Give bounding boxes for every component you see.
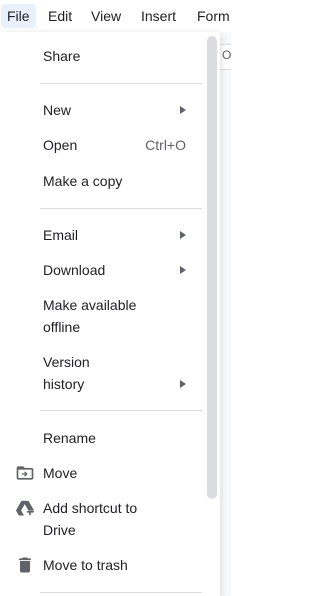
menu-item-label: Move: [43, 465, 78, 481]
menu-item-label: Rename: [43, 430, 96, 446]
drive-shortcut-icon: [15, 500, 35, 516]
menubar: File Edit View Insert Form: [0, 0, 231, 32]
document-canvas: [221, 32, 231, 596]
menu-item-email[interactable]: Email: [0, 224, 204, 246]
submenu-arrow-icon: [180, 106, 186, 114]
menu-item-share[interactable]: Share: [0, 45, 204, 67]
menu-item-label-line2: history: [43, 376, 85, 392]
app-window: Or File Edit View Insert Form Share New …: [0, 0, 231, 596]
menu-item-label: Email: [43, 227, 79, 243]
menu-item-label-line2: Drive: [43, 522, 76, 538]
folder-move-icon: [16, 466, 34, 480]
menu-item-label-line2: offline: [43, 319, 81, 335]
submenu-arrow-icon: [180, 380, 186, 388]
menu-separator: [40, 83, 202, 84]
menu-item-move-to-trash[interactable]: Move to trash: [0, 554, 204, 576]
menu-item-label: Download: [43, 262, 106, 278]
menu-item-rename[interactable]: Rename: [0, 427, 204, 449]
menu-scrollbar-thumb[interactable]: [207, 36, 217, 499]
menu-item-label: New: [43, 102, 72, 118]
menu-item-make-copy[interactable]: Make a copy: [0, 170, 204, 192]
menu-item-move[interactable]: Move: [0, 462, 204, 484]
menubar-insert[interactable]: Insert: [141, 4, 176, 28]
submenu-arrow-icon: [180, 231, 186, 239]
menu-separator: [40, 592, 202, 593]
document-ruler-text: Or: [222, 48, 231, 62]
menu-item-shortcut: Ctrl+O: [145, 137, 186, 153]
menu-item-add-shortcut-to-drive[interactable]: Add shortcut to Drive: [0, 497, 204, 541]
menu-item-label: Share: [43, 48, 81, 64]
trash-icon: [19, 557, 31, 573]
menu-separator: [40, 410, 202, 411]
menu-item-label: Open: [43, 137, 78, 153]
menu-item-label-line1: Add shortcut to: [43, 500, 138, 516]
file-menu: Share New Open Ctrl+O Make a copy Email …: [0, 32, 220, 596]
menu-item-make-available-offline[interactable]: Make available offline: [0, 294, 204, 338]
menubar-edit[interactable]: Edit: [48, 4, 72, 28]
menu-item-label: Move to trash: [43, 557, 128, 573]
menubar-view[interactable]: View: [91, 4, 121, 28]
menu-item-label: Make a copy: [43, 173, 123, 189]
menubar-format[interactable]: Form: [197, 4, 230, 28]
menu-item-new[interactable]: New: [0, 99, 204, 121]
menu-separator: [40, 208, 202, 209]
menubar-file[interactable]: File: [1, 4, 36, 28]
submenu-arrow-icon: [180, 266, 186, 274]
menu-item-open[interactable]: Open Ctrl+O: [0, 134, 204, 156]
menu-item-label-line1: Make available: [43, 297, 137, 313]
menu-item-version-history[interactable]: Version history: [0, 351, 204, 395]
menu-item-label-line1: Version: [43, 354, 90, 370]
menu-item-download[interactable]: Download: [0, 259, 204, 281]
